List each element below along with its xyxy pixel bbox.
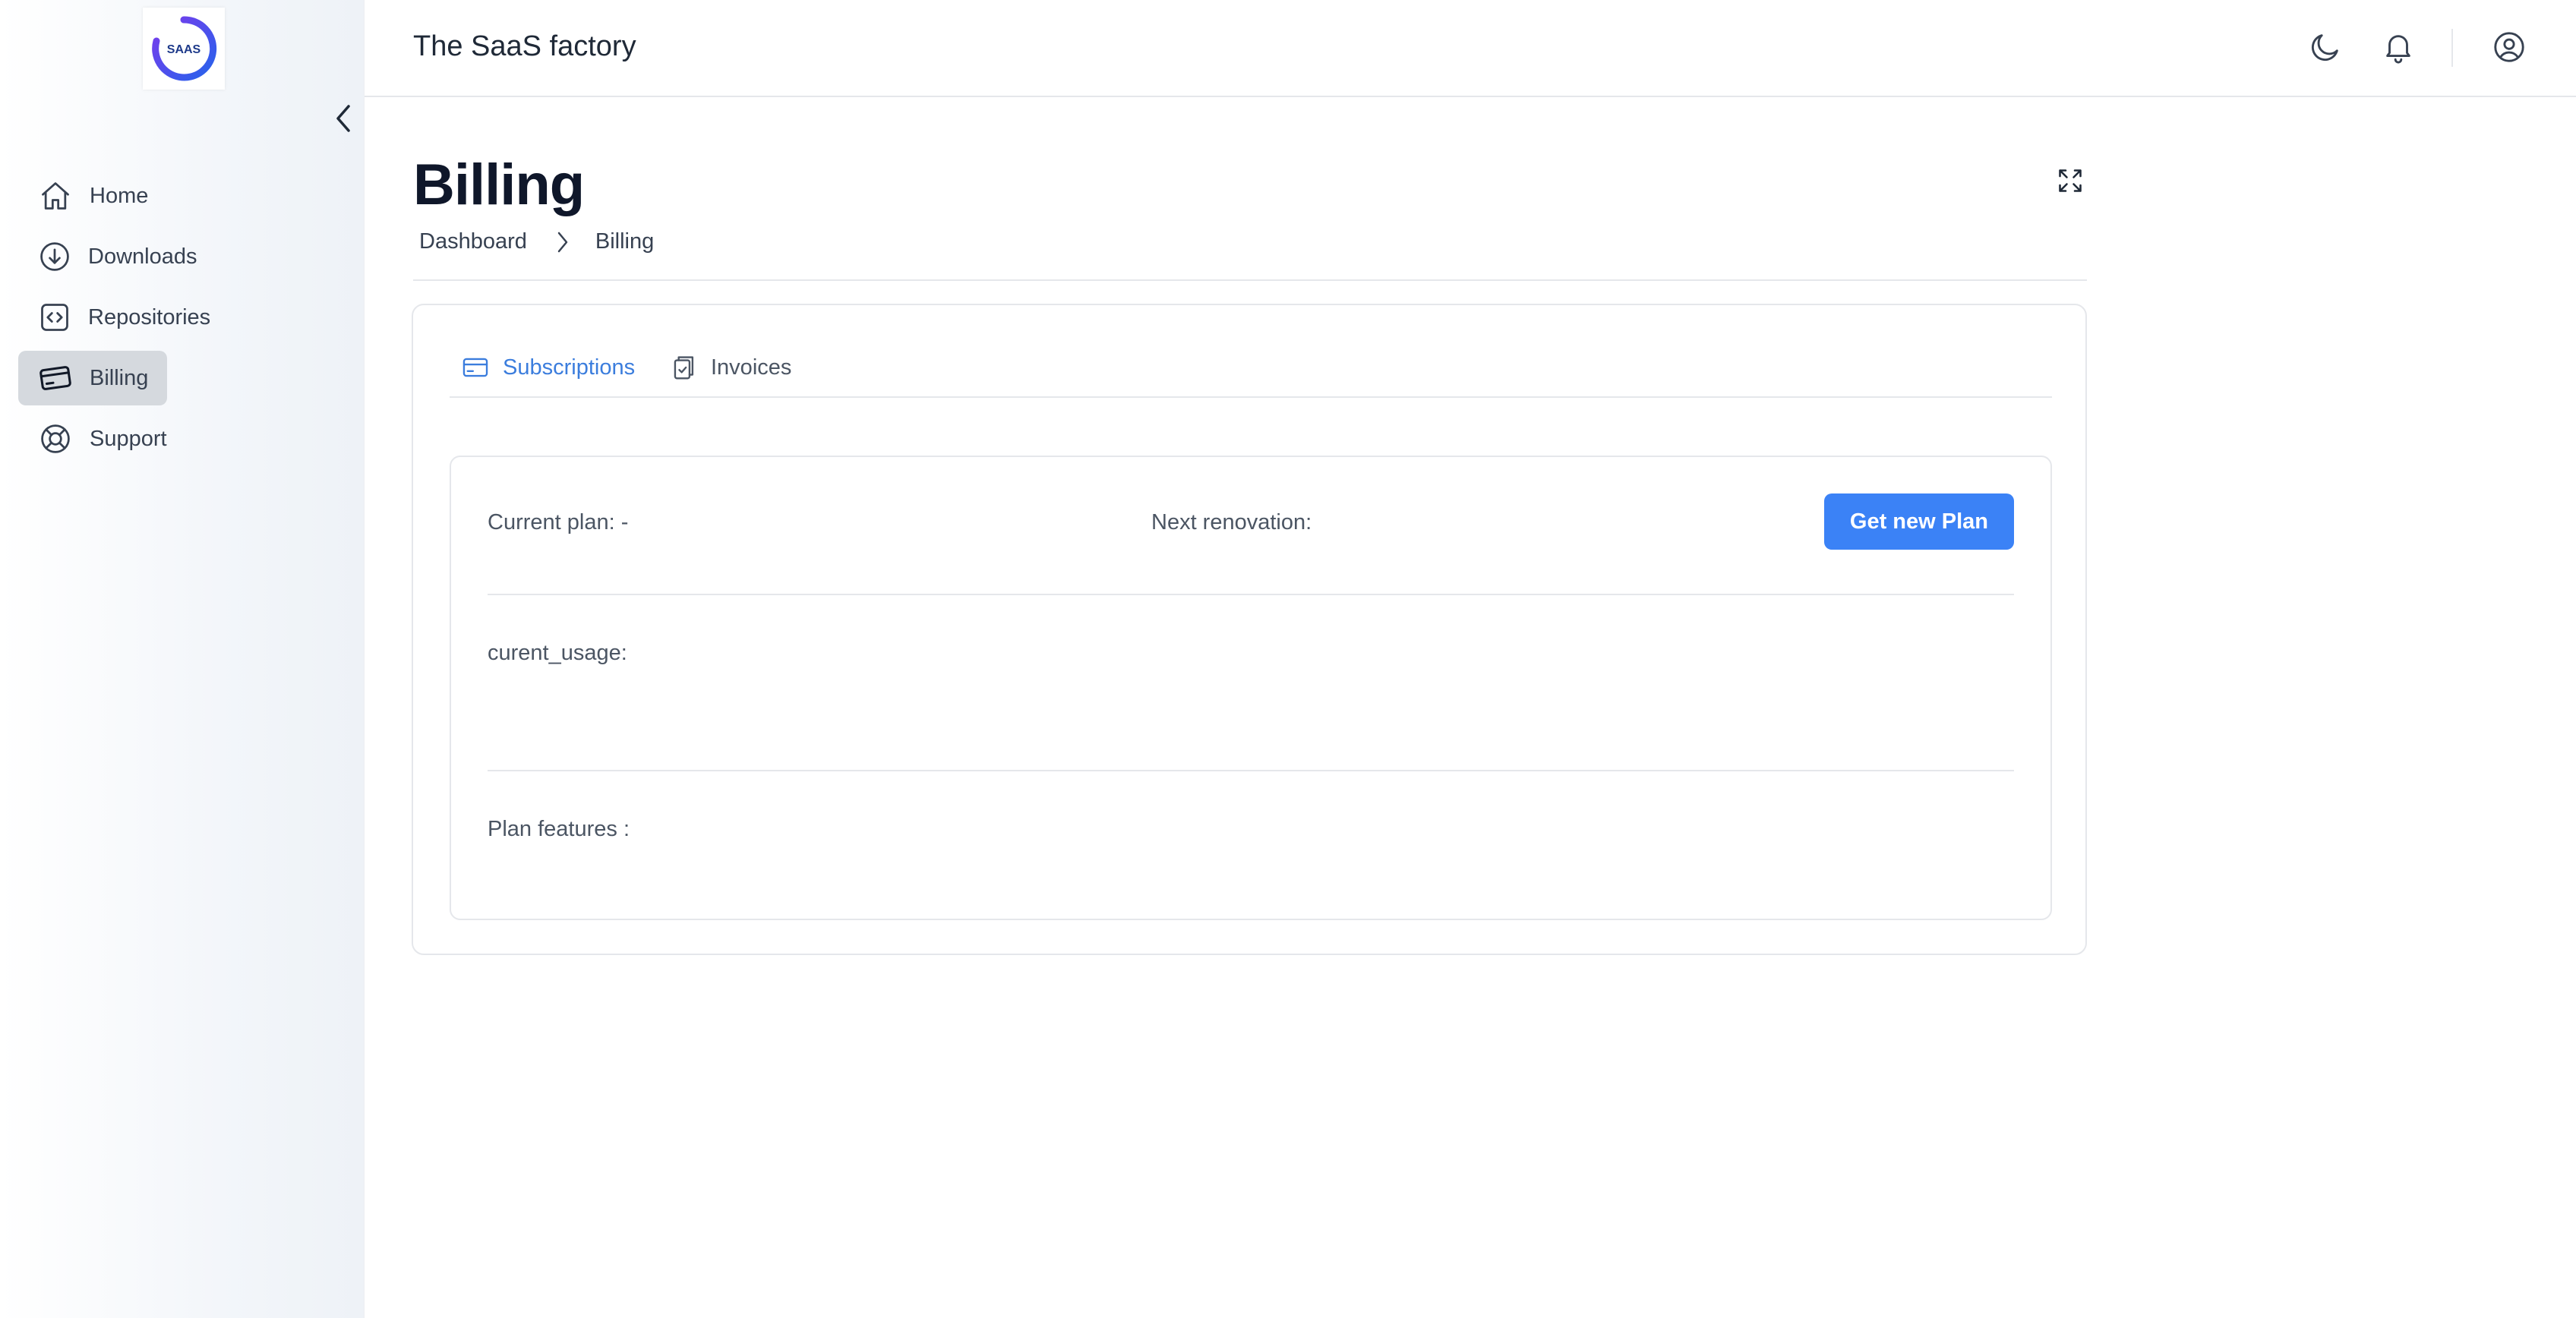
bell-icon	[2386, 35, 2410, 64]
fullscreen-button[interactable]	[2054, 164, 2087, 197]
tab-label: Subscriptions	[503, 355, 636, 380]
download-icon	[38, 239, 71, 274]
sidebar-item-label: Repositories	[88, 304, 211, 330]
breadcrumb-item-billing: Billing	[595, 229, 655, 254]
chevron-left-icon	[336, 105, 350, 132]
next-renovation-label: Next renovation:	[1151, 510, 1312, 534]
tab-invoices[interactable]: Invoices	[668, 352, 791, 383]
moon-icon	[2312, 34, 2338, 61]
panel-divider	[488, 770, 2014, 771]
app-title: The SaaS factory	[413, 30, 636, 62]
code-icon	[38, 300, 71, 335]
sidebar-item-home[interactable]: Home	[18, 169, 167, 223]
sidebar-item-support[interactable]: Support	[18, 411, 167, 466]
sidebar-item-billing[interactable]: Billing	[18, 351, 167, 405]
sidebar-item-repositories[interactable]: Repositories	[18, 290, 210, 345]
breadcrumb: Dashboard Billing	[419, 229, 654, 254]
panel-divider	[488, 594, 2014, 595]
user-circle-icon	[2494, 32, 2524, 62]
sidebar: SAAS Home Downloads Repositories Billing…	[0, 0, 365, 1318]
breadcrumb-item-dashboard[interactable]: Dashboard	[419, 229, 527, 254]
billing-card: Subscriptions Invoices Current plan: - N…	[412, 304, 2087, 955]
tab-label: Invoices	[711, 355, 792, 380]
credit-card-icon	[38, 361, 73, 396]
header-divider	[413, 279, 2087, 281]
saas-logo-icon: SAAS	[152, 16, 217, 81]
sidebar-item-label: Home	[90, 183, 149, 208]
tab-subscriptions[interactable]: Subscriptions	[460, 352, 635, 383]
current-usage-label: curent_usage:	[488, 641, 627, 665]
sidebar-item-downloads[interactable]: Downloads	[18, 229, 197, 284]
user-menu-button[interactable]	[2486, 24, 2532, 70]
chevron-right-icon	[556, 231, 570, 254]
sidebar-item-label: Billing	[90, 365, 149, 390]
sidebar-nav: Home Downloads Repositories Billing Supp…	[18, 169, 337, 472]
get-new-plan-button[interactable]: Get new Plan	[1823, 493, 2014, 550]
notifications-button[interactable]	[2376, 24, 2421, 70]
current-plan-label: Current plan: -	[488, 510, 629, 534]
top-bar: The SaaS factory	[365, 0, 2576, 97]
collapse-sidebar-button[interactable]	[328, 102, 358, 135]
home-icon	[38, 178, 73, 213]
topbar-divider	[2451, 29, 2453, 67]
plan-features-label: Plan features :	[488, 817, 630, 841]
credit-card-icon	[460, 352, 491, 383]
page-title: Billing	[413, 153, 585, 217]
sidebar-item-label: Downloads	[88, 244, 197, 269]
subscription-panel: Current plan: - Next renovation: Get new…	[450, 456, 2052, 920]
svg-text:SAAS: SAAS	[167, 43, 201, 56]
app-logo[interactable]: SAAS	[143, 8, 225, 90]
dark-mode-toggle[interactable]	[2303, 24, 2348, 70]
billing-tabs: Subscriptions Invoices	[450, 342, 2052, 398]
expand-icon	[2059, 169, 2082, 192]
lifebuoy-icon	[38, 421, 73, 456]
clipboard-check-icon	[668, 352, 699, 383]
sidebar-item-label: Support	[90, 426, 167, 451]
